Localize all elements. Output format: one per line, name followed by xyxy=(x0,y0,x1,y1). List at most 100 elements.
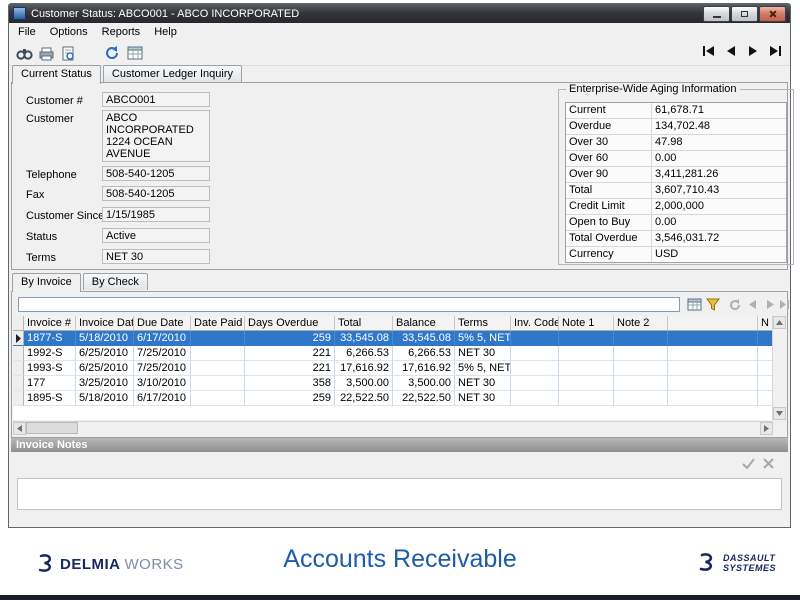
aging-value: 61,678.71 xyxy=(652,103,786,118)
cell-days-overdue: 221 xyxy=(245,346,335,361)
aging-title: Enterprise-Wide Aging Information xyxy=(566,83,740,95)
prior-record-icon[interactable] xyxy=(723,43,739,59)
tab-by-check[interactable]: By Check xyxy=(83,273,148,290)
aging-value: USD xyxy=(652,247,786,262)
invoice-filter-input[interactable] xyxy=(18,297,680,312)
grid-icon[interactable] xyxy=(124,43,145,63)
delmiaworks-logo-icon xyxy=(34,553,56,575)
aging-value: 47.98 xyxy=(652,135,786,150)
tab-current-status[interactable]: Current Status xyxy=(12,65,101,84)
cell-invoice: 177 xyxy=(24,376,76,391)
cell-spacer xyxy=(668,376,758,391)
cell-due-date: 6/17/2010 xyxy=(134,331,191,346)
menu-reports[interactable]: Reports xyxy=(95,24,148,40)
grid-horizontal-scrollbar[interactable] xyxy=(13,421,773,435)
aging-row: CurrencyUSD xyxy=(566,247,786,262)
filter-last-icon[interactable] xyxy=(775,296,792,312)
aging-label: Current xyxy=(566,103,652,118)
maximize-button[interactable] xyxy=(731,6,758,22)
filter-icon[interactable] xyxy=(704,296,721,312)
cell-total: 17,616.92 xyxy=(335,361,393,376)
terms-field[interactable]: NET 30 xyxy=(102,249,210,264)
filter-refresh-icon[interactable] xyxy=(726,296,743,312)
terms-label: Terms xyxy=(26,252,56,264)
maximize-icon xyxy=(741,11,748,17)
grid-row[interactable]: 1993-S 6/25/2010 7/25/2010 221 17,616.92… xyxy=(13,361,773,376)
row-indicator xyxy=(13,376,24,391)
fax-field[interactable]: 508-540-1205 xyxy=(102,186,210,201)
row-indicator xyxy=(13,361,24,376)
grid-row[interactable]: 1877-S 5/18/2010 6/17/2010 259 33,545.08… xyxy=(13,331,773,346)
cell-inv-code xyxy=(511,331,559,346)
post-note-icon[interactable] xyxy=(742,458,755,469)
scroll-right-icon[interactable] xyxy=(760,422,773,435)
col-note2[interactable]: Note 2 xyxy=(614,316,668,331)
customer-number-label: Customer # xyxy=(26,95,83,107)
last-record-icon[interactable] xyxy=(767,43,783,59)
customer-since-field[interactable]: 1/15/1985 xyxy=(102,207,210,222)
cell-due-date: 6/17/2010 xyxy=(134,391,191,406)
menu-bar: File Options Reports Help xyxy=(9,23,790,41)
col-due-date[interactable]: Due Date xyxy=(134,316,191,331)
col-terms[interactable]: Terms xyxy=(455,316,511,331)
scroll-up-icon[interactable] xyxy=(773,316,786,329)
menu-options[interactable]: Options xyxy=(43,24,95,40)
col-total[interactable]: Total xyxy=(335,316,393,331)
menu-help[interactable]: Help xyxy=(147,24,184,40)
col-invoice-date[interactable]: Invoice Date xyxy=(76,316,134,331)
status-field[interactable]: Active xyxy=(102,228,210,243)
cancel-note-icon[interactable] xyxy=(763,458,774,469)
next-record-icon[interactable] xyxy=(745,43,761,59)
aging-label: Currency xyxy=(566,247,652,262)
cell-next xyxy=(758,376,773,391)
telephone-field[interactable]: 508-540-1205 xyxy=(102,166,210,181)
scroll-down-icon[interactable] xyxy=(773,407,786,420)
col-inv-code[interactable]: Inv. Code xyxy=(511,316,559,331)
grid-row[interactable]: 1895-S 5/18/2010 6/17/2010 259 22,522.50… xyxy=(13,391,773,406)
col-days-overdue[interactable]: Days Overdue xyxy=(245,316,335,331)
first-record-icon[interactable] xyxy=(701,43,717,59)
cell-invoice-date: 5/18/2010 xyxy=(76,331,134,346)
menu-file[interactable]: File xyxy=(11,24,43,40)
cell-note1 xyxy=(559,361,614,376)
scroll-left-icon[interactable] xyxy=(13,422,26,435)
invoice-notes-input[interactable] xyxy=(17,478,782,510)
tab-by-invoice[interactable]: By Invoice xyxy=(12,273,81,292)
customer-number-field[interactable]: ABCO001 xyxy=(102,92,210,107)
cell-invoice-date: 6/25/2010 xyxy=(76,346,134,361)
grid-vertical-scrollbar[interactable] xyxy=(772,316,786,420)
tab-customer-ledger-inquiry[interactable]: Customer Ledger Inquiry xyxy=(103,65,242,82)
title-bar[interactable]: Customer Status: ABCO001 - ABCO INCORPOR… xyxy=(9,4,790,23)
refresh-icon[interactable] xyxy=(102,43,123,63)
table-icon[interactable] xyxy=(686,296,703,312)
scroll-thumb[interactable] xyxy=(26,422,78,434)
cell-note1 xyxy=(559,391,614,406)
col-next-truncated[interactable]: N xyxy=(758,316,773,331)
grid-row[interactable]: 1992-S 6/25/2010 7/25/2010 221 6,266.53 … xyxy=(13,346,773,361)
print-preview-icon[interactable] xyxy=(58,43,79,63)
cell-note2 xyxy=(614,376,668,391)
invoice-notes-header: Invoice Notes xyxy=(11,438,788,452)
cell-days-overdue: 259 xyxy=(245,331,335,346)
works-wordmark: WORKS xyxy=(125,556,184,573)
close-button[interactable] xyxy=(759,6,786,22)
cell-days-overdue: 358 xyxy=(245,376,335,391)
grid-row[interactable]: 177 3/25/2010 3/10/2010 358 3,500.00 3,5… xyxy=(13,376,773,391)
col-note1[interactable]: Note 1 xyxy=(559,316,614,331)
cell-note1 xyxy=(559,376,614,391)
cell-next xyxy=(758,361,773,376)
aging-row: Current61,678.71 xyxy=(566,103,786,119)
cell-invoice-date: 5/18/2010 xyxy=(76,391,134,406)
minimize-button[interactable] xyxy=(703,6,730,22)
print-icon[interactable] xyxy=(36,43,57,63)
cell-due-date: 7/25/2010 xyxy=(134,346,191,361)
filter-prior-icon[interactable] xyxy=(744,296,761,312)
toolbar xyxy=(9,41,790,66)
cell-invoice: 1877-S xyxy=(24,331,76,346)
col-balance[interactable]: Balance xyxy=(393,316,455,331)
customer-address-field[interactable]: ABCO INCORPORATED 1224 OCEAN AVENUE FALM… xyxy=(102,110,210,162)
col-invoice[interactable]: Invoice # xyxy=(24,316,76,331)
status-label: Status xyxy=(26,231,57,243)
col-date-paid[interactable]: Date Paid xyxy=(191,316,245,331)
find-icon[interactable] xyxy=(14,43,35,63)
